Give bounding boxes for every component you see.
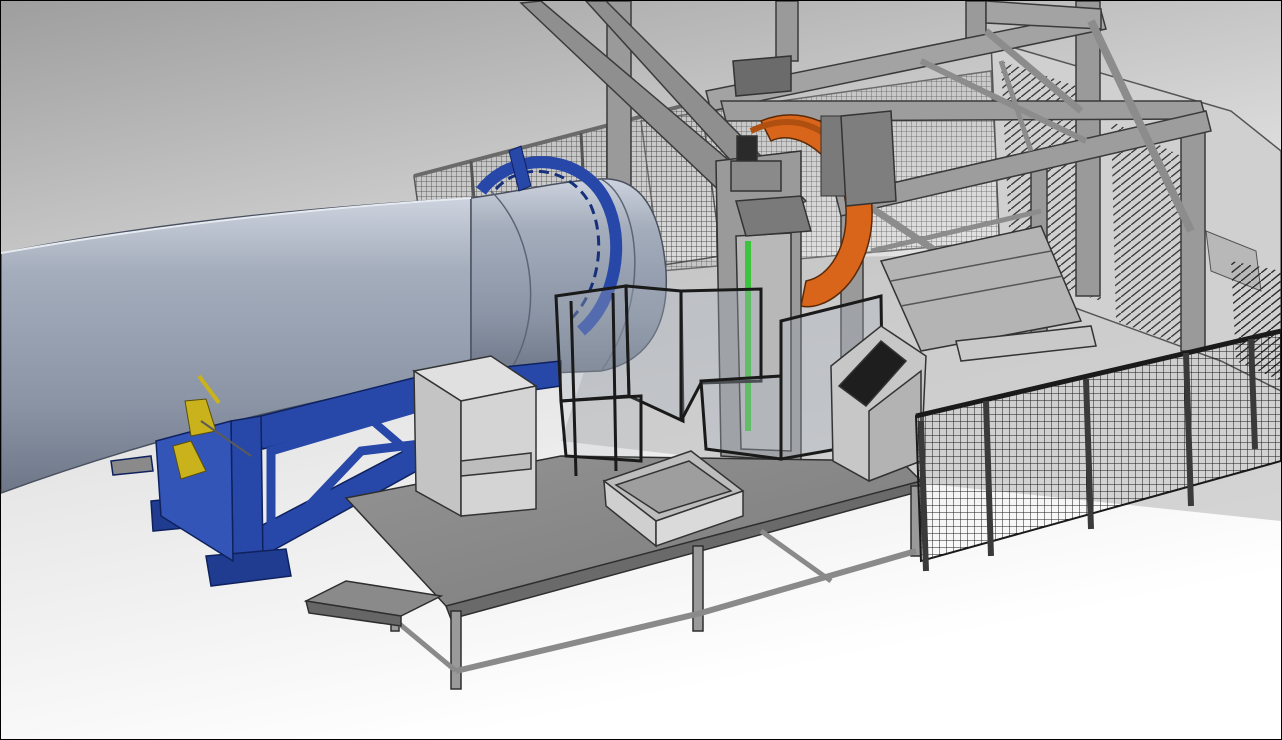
electrical-cabinet — [840, 110, 897, 207]
cad-viewport[interactable] — [0, 0, 1282, 740]
electrical-cabinet-block — [412, 355, 538, 518]
blade-root-machining-station-render — [1, 1, 1281, 739]
